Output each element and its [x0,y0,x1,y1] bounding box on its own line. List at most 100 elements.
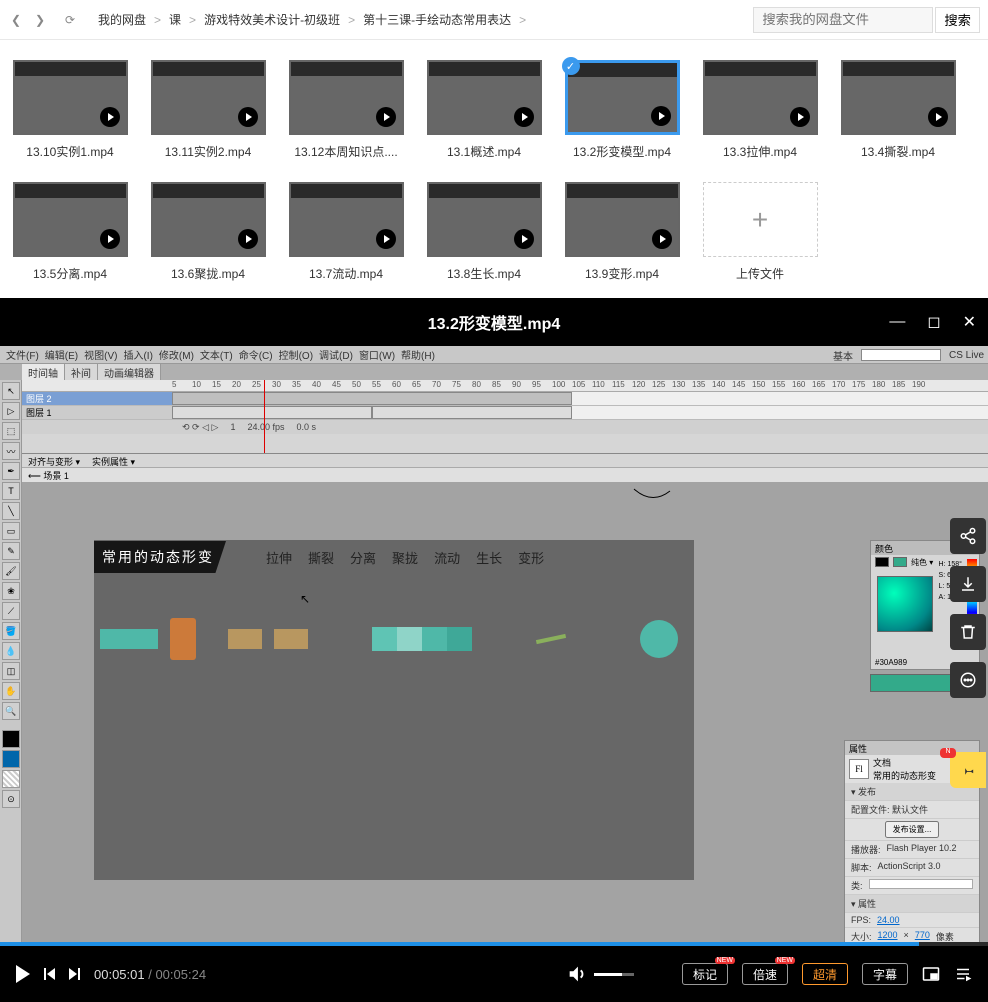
script-value[interactable]: ActionScript 3.0 [878,861,941,874]
class-input[interactable] [869,879,973,889]
fps-value[interactable]: 24.00 [877,915,900,925]
file-thumbnail[interactable] [151,182,266,257]
volume-icon[interactable] [566,963,634,985]
delete-icon[interactable] [950,614,986,650]
fill-color-swatch[interactable] [2,750,20,768]
file-thumbnail[interactable] [703,60,818,135]
file-thumbnail[interactable] [289,60,404,135]
menu-item[interactable]: 修改(M) [159,347,194,362]
fill-swatch-icon[interactable] [893,557,907,567]
bone-tool-icon[interactable]: ⟋ [2,602,20,620]
refresh-icon[interactable]: ⟳ [62,12,78,28]
shape-separate-1[interactable] [228,629,262,649]
pip-icon[interactable] [922,965,940,983]
text-tool-icon[interactable]: T [2,482,20,500]
shape-stretch[interactable] [100,629,158,649]
hand-tool-icon[interactable]: ✋ [2,682,20,700]
breadcrumb-item[interactable]: 游戏特效美术设计-初级班 [204,11,340,28]
eraser-tool-icon[interactable]: ◫ [2,662,20,680]
scene-label[interactable]: ⟵ 场景 1 [28,469,69,482]
pin-icon[interactable]: N [950,752,986,788]
brush-tool-icon[interactable]: 🖌 [2,562,20,580]
mark-button[interactable]: 标记NEW [682,963,728,985]
stroke-color-swatch[interactable] [2,730,20,748]
props-section[interactable]: ▾ 属性 [845,895,979,913]
menu-item[interactable]: 控制(O) [279,347,313,362]
file-thumbnail[interactable] [565,182,680,257]
size-w[interactable]: 1200 [878,930,898,942]
free-transform-icon[interactable]: ⬚ [2,422,20,440]
subselect-tool-icon[interactable]: ▷ [2,402,20,420]
player-value[interactable]: Flash Player 10.2 [887,843,957,856]
bucket-tool-icon[interactable]: 🪣 [2,622,20,640]
speed-button[interactable]: 倍速NEW [742,963,788,985]
color-picker[interactable] [877,576,933,632]
color-type[interactable]: 纯色 ▾ [911,557,933,568]
search-input[interactable] [753,7,933,33]
cslive-button[interactable]: CS Live [949,350,984,361]
stage[interactable]: 常用的动态形变 拉伸撕裂分离聚拢流动生长变形 ↖ [94,540,694,880]
menu-item[interactable]: 调试(D) [319,347,353,362]
lasso-tool-icon[interactable]: 〰 [2,442,20,460]
timeline-ruler[interactable]: 5101520253035404550556065707580859095100… [22,380,988,392]
timeline-layer[interactable]: 图层 1 [22,406,988,420]
pencil-tool-icon[interactable]: ✎ [2,542,20,560]
layer-name[interactable]: 图层 2 [22,392,172,405]
hex-value[interactable]: #30A989 [875,658,907,667]
search-button[interactable]: 搜索 [935,7,980,33]
onion-skin-icon[interactable]: ⟲ ⟳ ◁ ▷ [182,422,218,433]
timeline-tab[interactable]: 时间轴 [22,364,65,380]
download-icon[interactable] [950,566,986,602]
close-icon[interactable]: ✕ [963,312,976,332]
subtitle-button[interactable]: 字幕 [862,963,908,985]
menu-item[interactable]: 文件(F) [6,347,39,362]
more-icon[interactable] [950,662,986,698]
shape-separate-2[interactable] [274,629,308,649]
search-help-input[interactable] [861,349,941,361]
playhead[interactable] [264,380,265,453]
file-item[interactable]: 13.10实例1.mp4 [10,60,130,160]
file-thumbnail[interactable] [13,182,128,257]
menu-item[interactable]: 命令(C) [239,347,273,362]
snap-option-icon[interactable]: ⊙ [2,790,20,808]
file-item[interactable]: 13.5分离.mp4 [10,182,130,282]
line-tool-icon[interactable]: ╲ [2,502,20,520]
swap-color-icon[interactable] [2,770,20,788]
canvas-area[interactable]: 常用的动态形变 拉伸撕裂分离聚拢流动生长变形 ↖ [22,482,988,942]
breadcrumb-item[interactable]: 第十三课-手绘动态常用表达 [363,11,511,28]
file-item[interactable]: 13.9变形.mp4 [562,182,682,282]
publish-settings-button[interactable]: 发布设置... [885,821,940,838]
selection-tool-icon[interactable]: ↖ [2,382,20,400]
shape-grow[interactable] [640,620,678,658]
upload-thumb[interactable]: + [703,182,818,257]
upload-tile[interactable]: +上传文件 [700,182,820,282]
file-thumbnail[interactable] [13,60,128,135]
workspace-selector[interactable]: 基本 [833,348,853,363]
align-dropdown[interactable]: 对齐与变形 ▾ [28,455,80,466]
file-thumbnail[interactable] [289,182,404,257]
breadcrumb-item[interactable]: 我的网盘 [98,11,146,28]
menu-item[interactable]: 帮助(H) [401,347,435,362]
instance-dropdown[interactable]: 实例属性 ▾ [92,455,135,466]
file-item[interactable]: 13.12本周知识点.... [286,60,406,160]
file-item[interactable]: 13.8生长.mp4 [424,182,544,282]
layer-name[interactable]: 图层 1 [22,406,172,419]
pen-tool-icon[interactable]: ✒ [2,462,20,480]
minimize-icon[interactable]: — [889,313,905,331]
breadcrumb-item[interactable]: 课 [169,11,181,28]
quality-button[interactable]: 超清 [802,963,848,985]
file-thumbnail[interactable] [151,60,266,135]
file-item[interactable]: 13.4撕裂.mp4 [838,60,958,160]
file-item[interactable]: 13.6聚拢.mp4 [148,182,268,282]
layer-track[interactable] [172,406,988,419]
file-item[interactable]: 13.11实例2.mp4 [148,60,268,160]
motion-editor-tab[interactable]: 动画编辑器 [98,364,161,380]
layer-track[interactable] [172,392,988,405]
file-thumbnail[interactable] [427,60,542,135]
rect-tool-icon[interactable]: ▭ [2,522,20,540]
size-h[interactable]: 770 [915,930,930,942]
file-item[interactable]: 13.7流动.mp4 [286,182,406,282]
menu-item[interactable]: 插入(I) [123,347,152,362]
zoom-tool-icon[interactable]: 🔍 [2,702,20,720]
file-thumbnail[interactable]: ✓ [565,60,680,135]
